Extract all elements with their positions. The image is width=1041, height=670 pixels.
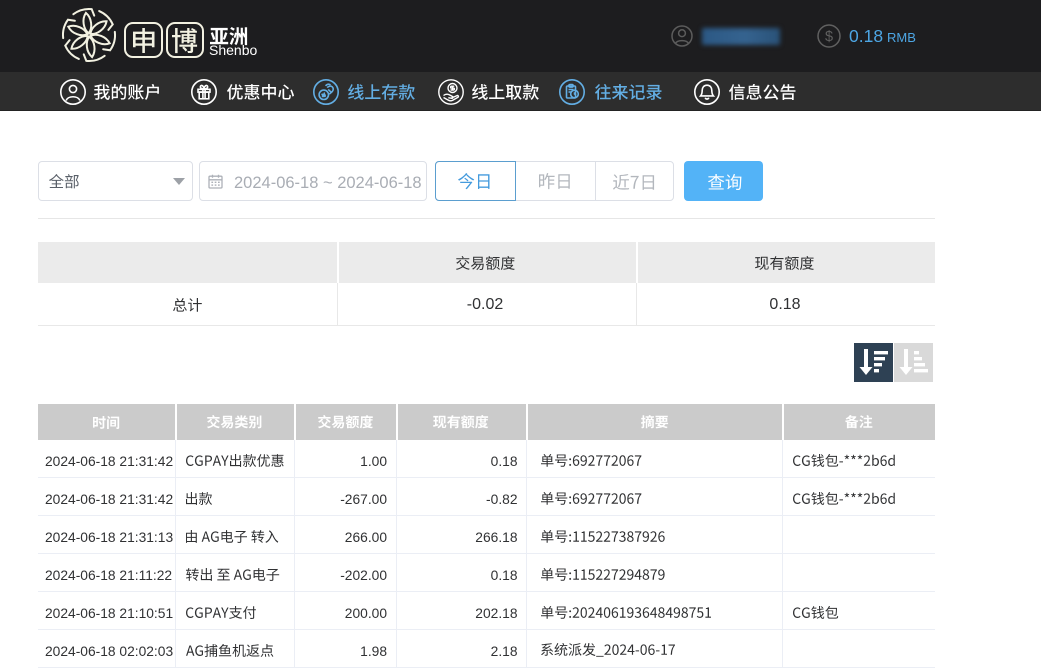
svg-text:$: $ xyxy=(825,29,833,45)
